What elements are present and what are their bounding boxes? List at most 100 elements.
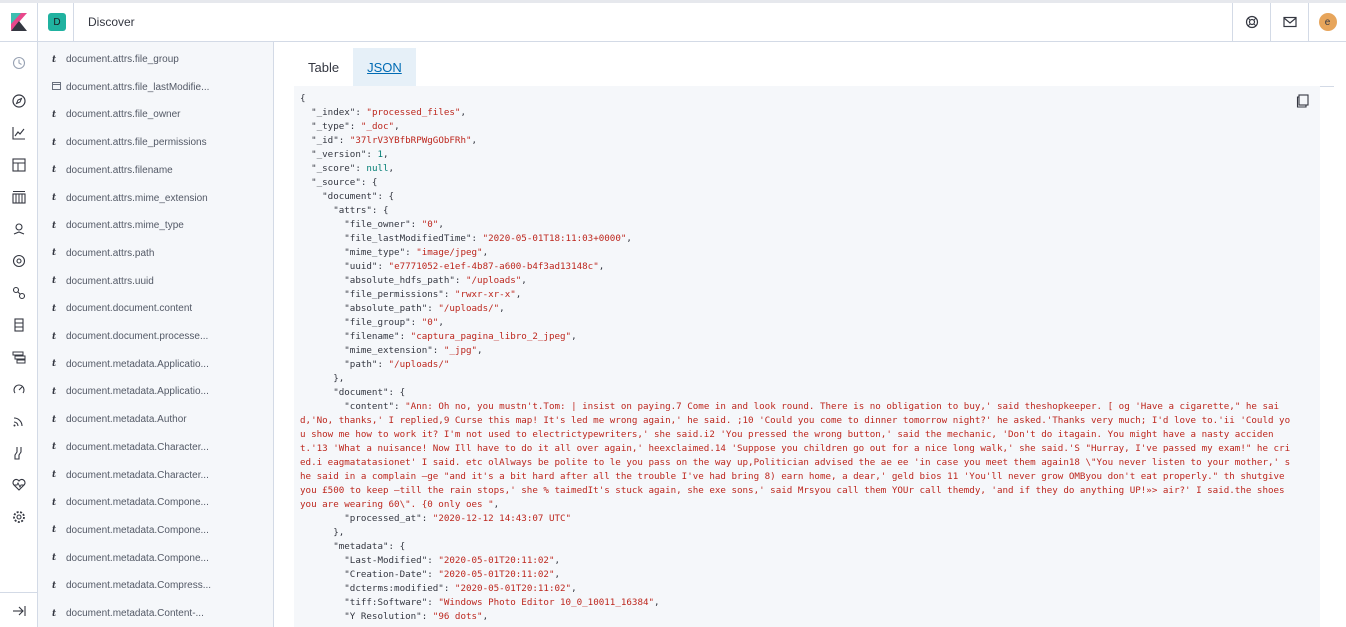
field-list-item[interactable]: t document.attrs.mime_extension [38,185,273,212]
management-gear-icon[interactable] [11,509,27,525]
tab-table[interactable]: Table [294,48,353,86]
json-key: "processed_at": [300,513,433,524]
field-name: document.attrs.mime_extension [66,192,208,204]
apm-icon[interactable] [11,381,27,397]
json-string: "2020-05-01T20:11:02" [438,569,555,580]
user-avatar[interactable]: e [1318,13,1337,31]
field-name: document.metadata.Applicatio... [66,358,209,370]
string-type-icon: t [52,359,57,370]
json-string: "0" [421,219,439,230]
newsfeed-button[interactable] [1270,3,1308,41]
left-navigation [0,42,38,627]
json-key: , [477,345,483,356]
mail-icon [1282,16,1297,28]
scrollbar[interactable] [1340,42,1346,627]
field-list-item[interactable]: t document.attrs.path [38,240,273,267]
json-string: "2020-05-01T20:11:02" [454,583,572,594]
json-line: "_id": "37lrV3YBfbRPWgGObFRh", [300,134,1292,148]
monitoring-icon[interactable] [11,477,27,493]
field-name: document.metadata.Character... [66,441,209,453]
json-line: "dcterms:modified": "2020-05-01T20:11:02… [300,582,1292,596]
string-type-icon: t [52,137,57,148]
canvas-icon[interactable] [11,189,27,205]
field-list-item[interactable]: t document.document.content [38,295,273,322]
json-line: "Last-Modified": "2020-05-01T20:11:02", [300,554,1292,568]
field-list-item[interactable]: t document.attrs.file_owner [38,101,273,128]
json-string: "0" [421,317,439,328]
string-type-icon: t [52,54,57,65]
field-list-item[interactable]: t document.metadata.Character... [38,434,273,461]
machine-learning-icon[interactable] [11,253,27,269]
json-key: , [626,233,632,244]
field-list-item[interactable]: t document.metadata.Applicatio... [38,378,273,405]
logs-icon[interactable] [11,349,27,365]
json-line: "_index": "processed_files", [300,106,1292,120]
field-list-item[interactable]: t document.document.processe... [38,323,273,350]
json-line: "mime_extension": "_jpg", [300,344,1292,358]
json-key: }, [300,373,345,384]
field-list-item[interactable]: t document.attrs.file_permissions [38,129,273,156]
json-line: { [300,92,1292,106]
json-key: , [571,331,577,342]
discover-compass-icon[interactable] [11,93,27,109]
field-list-item[interactable]: t document.metadata.Compone... [38,489,273,516]
json-line: "_version": 1, [300,148,1292,162]
string-type-icon: t [52,386,57,397]
json-string: "96 dots" [432,611,483,622]
field-list-item[interactable]: t document.attrs.filename [38,157,273,184]
field-list-item[interactable]: t document.metadata.Content-... [38,600,273,627]
json-key: "file_lastModifiedTime": [300,233,483,244]
json-string: "2020-05-01T18:11:03+0000" [482,233,627,244]
space-selector[interactable]: D [38,3,74,41]
field-list-item[interactable]: t document.attrs.mime_type [38,212,273,239]
copy-clipboard-icon[interactable] [1296,94,1310,108]
maps-icon[interactable] [11,221,27,237]
help-button[interactable] [1232,3,1270,41]
uptime-icon[interactable] [11,413,27,429]
json-line: "file_lastModifiedTime": "2020-05-01T18:… [300,232,1292,246]
dashboard-icon[interactable] [11,157,27,173]
field-list-item[interactable]: t document.metadata.Author [38,406,273,433]
field-list-item[interactable]: t document.metadata.Compone... [38,545,273,572]
json-key: , [471,135,478,146]
field-name: document.attrs.path [66,247,155,259]
recently-viewed-icon[interactable] [11,55,27,71]
field-name: document.attrs.file_group [66,54,179,65]
field-list-item[interactable]: t document.metadata.Applicatio... [38,351,273,378]
field-list-item[interactable]: t document.attrs.uuid [38,268,273,295]
dev-tools-icon[interactable] [11,445,27,461]
user-menu-button[interactable]: e [1308,3,1346,41]
json-string: "e7771052-e1ef-4b87-a600-b4f3ad13148c" [388,261,599,272]
json-value: null [366,163,389,174]
string-type-icon: t [52,470,57,480]
field-name: document.attrs.file_permissions [66,137,207,149]
space-avatar[interactable]: D [48,13,66,31]
field-name: document.metadata.Applicatio... [66,386,209,398]
json-line: "filename": "captura_pagina_libro_2_jpeg… [300,330,1292,344]
visualize-icon[interactable] [11,125,27,141]
json-line: "_source": { [300,176,1292,190]
json-code-block[interactable]: { "_index": "processed_files", "_type": … [294,86,1320,627]
string-type-icon: t [52,165,57,176]
field-list-item[interactable]: t document.metadata.Character... [38,462,273,489]
json-key: "Last-Modified": [300,555,439,566]
json-string: "/uploads/" [438,303,500,314]
string-type-icon: t [52,525,57,536]
field-list-item[interactable]: document.attrs.file_lastModifie... [38,74,273,101]
json-key: , [499,303,505,314]
field-list-item[interactable]: t document.metadata.Compone... [38,517,273,544]
infrastructure-icon[interactable] [11,317,27,333]
string-type-icon: t [52,276,57,287]
json-line: "Y Resolution": "96 dots", [300,610,1292,624]
doc-view-tabs: Table JSON [294,48,416,86]
graph-icon[interactable] [11,285,27,301]
tab-json[interactable]: JSON [353,48,416,86]
kibana-logo-icon[interactable] [0,3,38,41]
field-name: document.attrs.file_lastModifie... [66,81,210,93]
field-name: document.attrs.mime_type [66,220,184,232]
document-detail-panel: Table JSON { "_index": "processed_files"… [274,42,1346,627]
field-list-item[interactable]: t document.metadata.Compress... [38,572,273,599]
field-list-item[interactable]: t document.attrs.file_group [38,46,273,73]
json-key: "content": [300,401,406,412]
collapse-nav-icon[interactable] [11,603,27,619]
